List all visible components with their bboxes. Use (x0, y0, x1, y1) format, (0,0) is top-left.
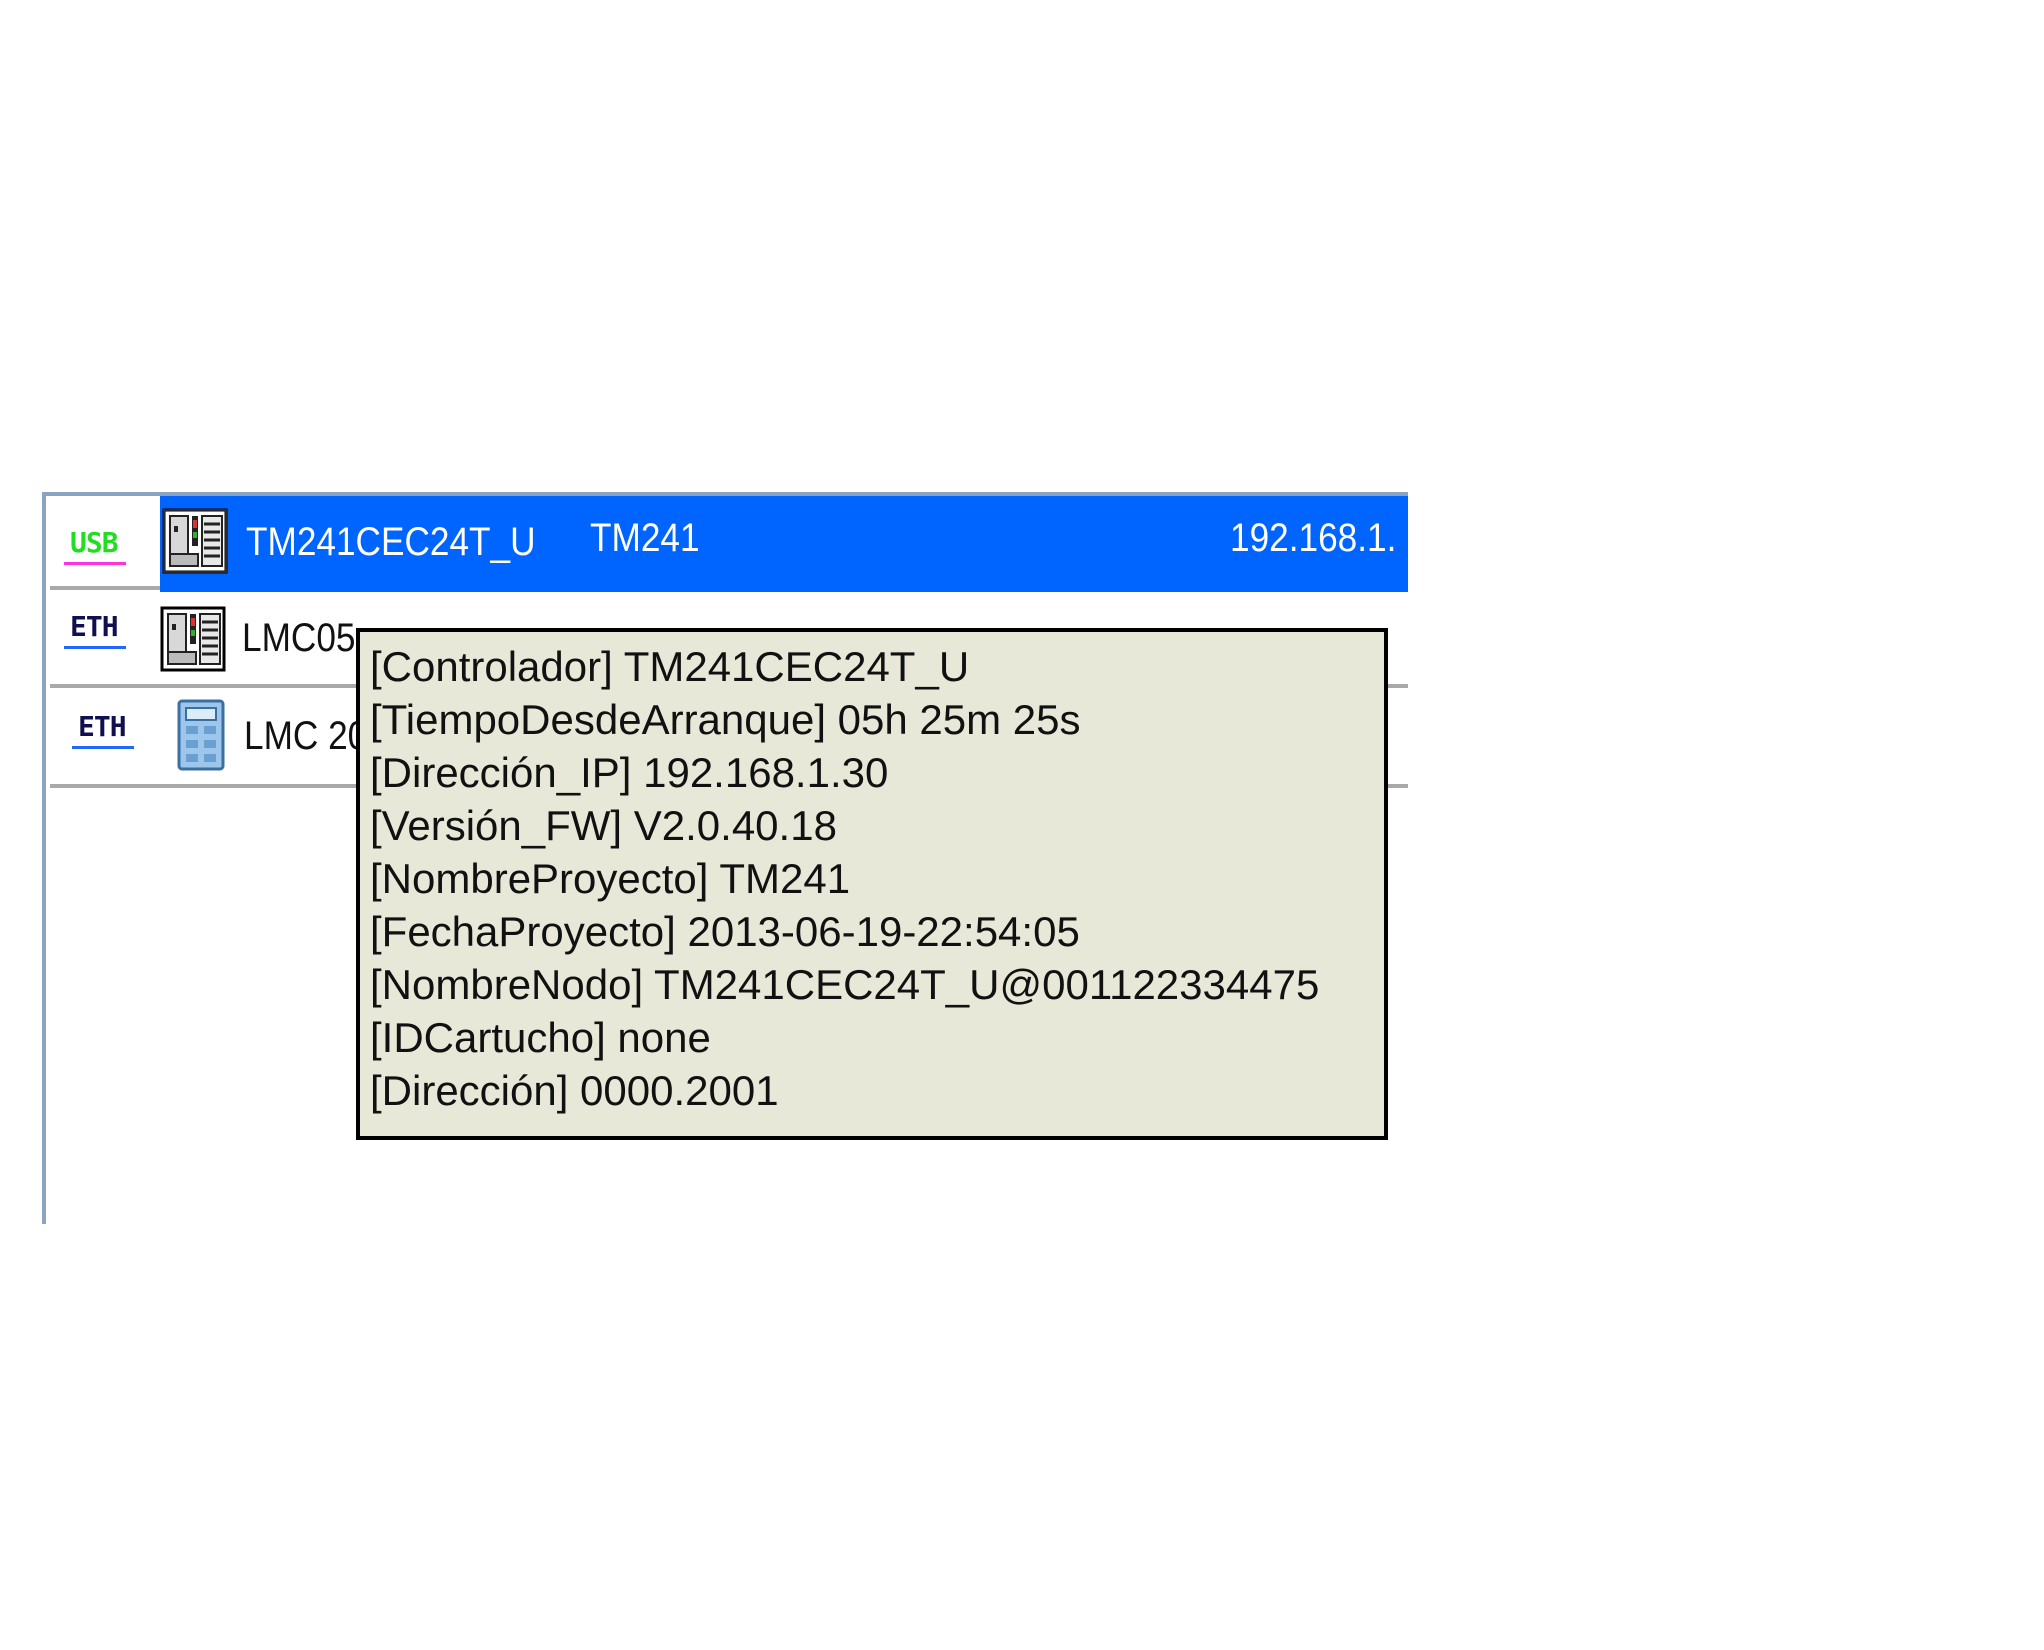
drive-icon (177, 699, 225, 771)
tooltip-controller: [Controlador] TM241CEC24T_U (370, 643, 970, 690)
tooltip-node-name: [NombreNodo] TM241CEC24T_U@001122334475 (370, 961, 1320, 1008)
tooltip-uptime: [TiempoDesdeArranque] 05h 25m 25s (370, 696, 1081, 743)
device-ip-cell: 192.168.1. (1230, 518, 1408, 568)
device-project: TM241 (590, 516, 700, 560)
device-info-tooltip: [Controlador] TM241CEC24T_U [TiempoDesde… (356, 628, 1388, 1140)
ethernet-connection-icon: ETH (64, 610, 126, 649)
tooltip-address: [Dirección] 0000.2001 (370, 1067, 779, 1114)
device-name: LMC 20 (244, 714, 368, 758)
tooltip-cartridge-id: [IDCartucho] none (370, 1014, 711, 1061)
device-name: LMC05 (242, 616, 356, 660)
tooltip-project-name: [NombreProyecto] TM241 (370, 855, 851, 902)
tooltip-firmware-version: [Versión_FW] V2.0.40.18 (370, 802, 837, 849)
device-name: TM241CEC24T_U (246, 520, 536, 564)
device-row-tm241[interactable]: USB TM241CEC24T_U TM241 192.168.1. (50, 496, 1408, 592)
controller-icon (160, 606, 226, 672)
ethernet-connection-icon: ETH (72, 710, 134, 749)
tooltip-project-date: [FechaProyecto] 2013-06-19-22:54:05 (370, 908, 1080, 955)
usb-connection-icon: USB (64, 526, 126, 565)
device-ip: 192.168.1. (1230, 518, 1397, 560)
tooltip-ip-address: [Dirección_IP] 192.168.1.30 (370, 749, 889, 796)
controller-icon (162, 508, 228, 574)
